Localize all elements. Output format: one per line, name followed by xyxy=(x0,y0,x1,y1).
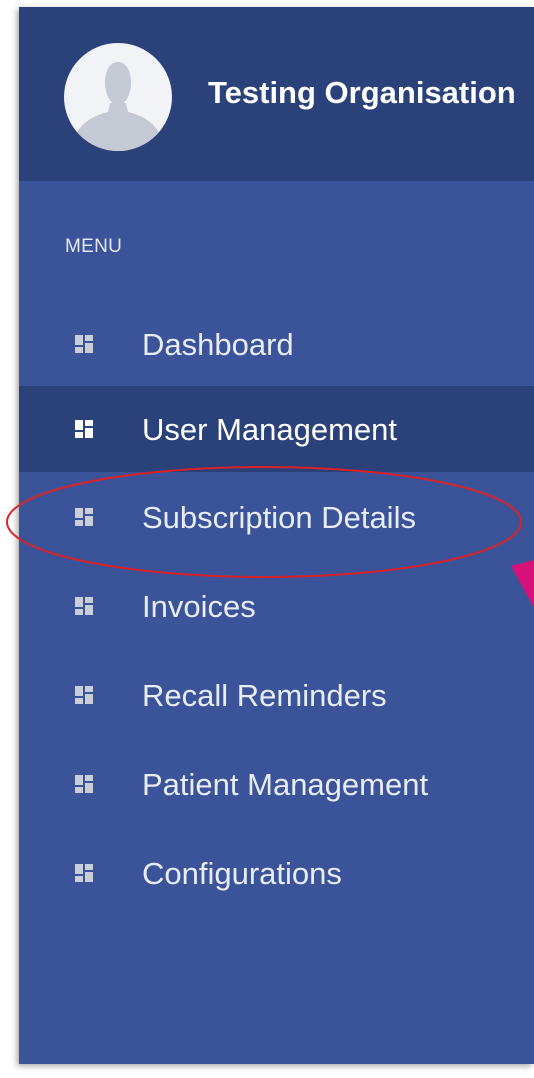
screenshot-frame: Testing Organisation MENU Dashboard User… xyxy=(0,0,534,1078)
sidebar-item-configurations[interactable]: Configurations xyxy=(19,830,534,916)
sidebar-item-patient-management[interactable]: Patient Management xyxy=(19,741,534,827)
dashboard-grid-icon xyxy=(75,597,93,615)
sidebar-item-recall-reminders[interactable]: Recall Reminders xyxy=(19,652,534,738)
sidebar-item-dashboard[interactable]: Dashboard xyxy=(19,301,534,387)
sidebar-item-label: Recall Reminders xyxy=(142,678,387,713)
sidebar-header: Testing Organisation xyxy=(19,7,534,181)
sidebar-item-label: Patient Management xyxy=(142,767,429,802)
dashboard-grid-icon xyxy=(75,775,93,793)
sidebar-item-label: Invoices xyxy=(142,589,256,624)
dashboard-grid-icon xyxy=(75,508,93,526)
organisation-name: Testing Organisation xyxy=(208,75,516,110)
sidebar-item-invoices[interactable]: Invoices xyxy=(19,563,534,649)
user-avatar[interactable] xyxy=(64,43,172,151)
menu-section-label: MENU xyxy=(65,236,123,257)
dashboard-grid-icon xyxy=(75,864,93,882)
sidebar-item-label: User Management xyxy=(142,412,398,447)
sidebar-item-label: Subscription Details xyxy=(142,500,416,535)
dashboard-grid-icon xyxy=(75,420,93,438)
sidebar-item-label: Dashboard xyxy=(142,327,294,362)
sidebar-item-user-management[interactable]: User Management xyxy=(19,386,534,472)
dashboard-grid-icon xyxy=(75,686,93,704)
sidebar: Testing Organisation MENU Dashboard User… xyxy=(19,7,534,1064)
dashboard-grid-icon xyxy=(75,335,93,353)
sidebar-item-subscription-details[interactable]: Subscription Details xyxy=(19,474,534,560)
sidebar-item-label: Configurations xyxy=(142,856,342,891)
user-silhouette-icon xyxy=(74,62,162,151)
